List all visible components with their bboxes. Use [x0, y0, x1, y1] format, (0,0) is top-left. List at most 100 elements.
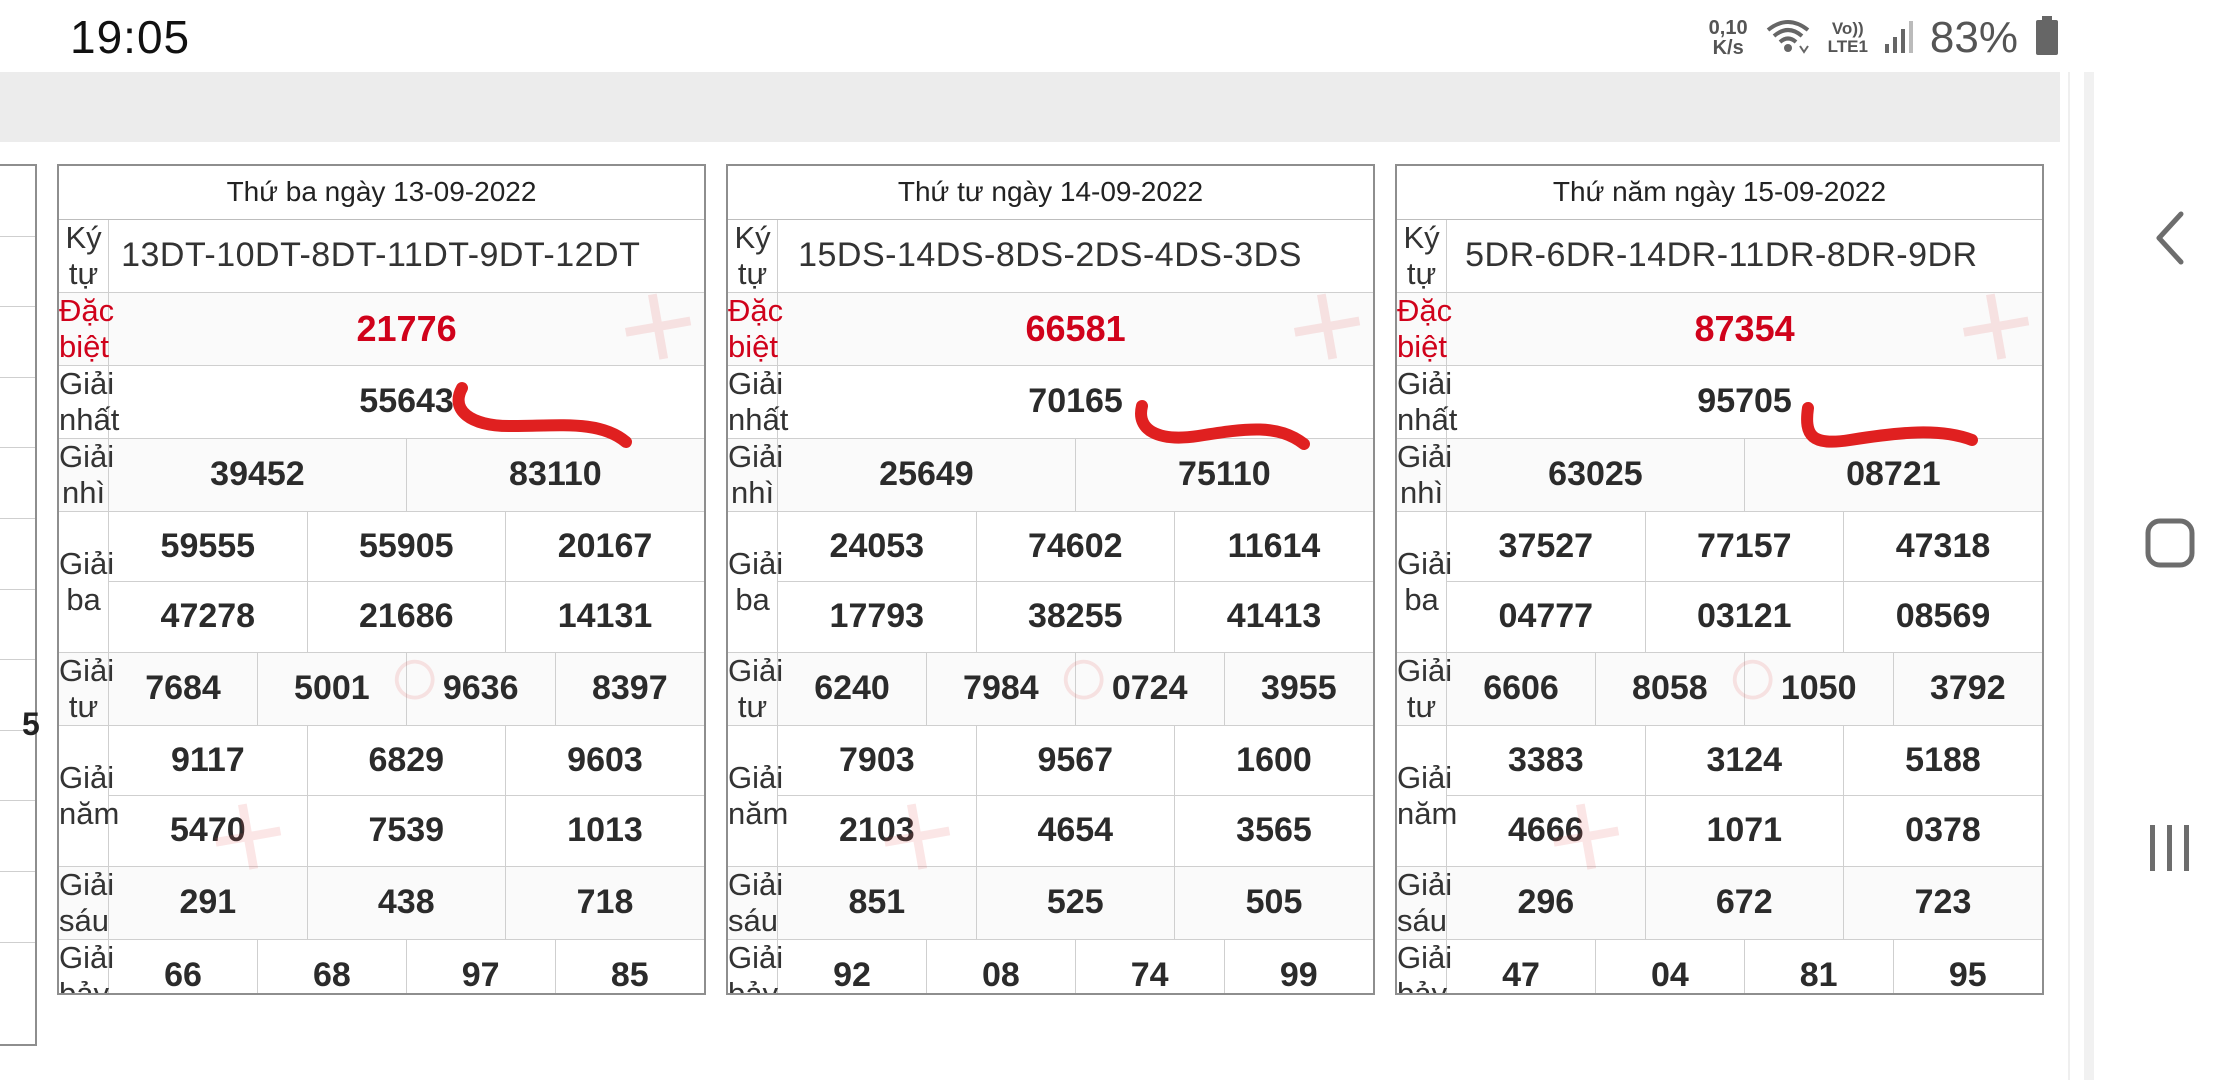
giai-nam-value: 1600	[1173, 724, 1373, 796]
giai-nam-value: 3383	[1446, 724, 1646, 796]
giai-ba-value: 11614	[1173, 510, 1373, 582]
label-dac-biet: Đặc biệt	[1397, 291, 1453, 366]
battery-icon	[2034, 15, 2060, 61]
giai-nam-value: 3565	[1173, 795, 1373, 867]
giai-ba-value: 04777	[1446, 581, 1646, 653]
ky-tu-value: 5DR-6DR-14DR-11DR-8DR-9DR	[1446, 218, 2042, 293]
label-giai-bay: Giải bảy	[1397, 938, 1452, 993]
giai-bay-value: 95	[1892, 938, 2042, 993]
result-table-2: Thứ tư ngày 14-09-2022 Ký tự 15DS-14DS-8D…	[726, 164, 1375, 995]
giai-nhi-value: 63025	[1446, 437, 1745, 512]
recent-apps-icon	[2147, 822, 2193, 879]
giai-nam-value: 9117	[108, 724, 308, 796]
wifi-icon	[1764, 16, 1812, 61]
giai-tu-value: 5001	[256, 651, 407, 726]
giai-ba-value: 03121	[1644, 581, 1844, 653]
giai-nam-value: 1013	[504, 795, 704, 867]
table-title: Thứ ba ngày 13-09-2022	[59, 166, 704, 220]
giai-ba-value: 47278	[108, 581, 308, 653]
giai-tu-value: 0724	[1074, 651, 1225, 726]
back-icon	[2153, 210, 2187, 271]
dac-biet-value: 21776	[108, 291, 704, 366]
scrollbar[interactable]	[2084, 72, 2094, 1080]
volte-top: Vo))	[1831, 19, 1864, 38]
battery-percent: 83%	[1929, 13, 2018, 62]
giai-nhi-value: 08721	[1743, 437, 2042, 512]
label-giai-nhi: Giải nhì	[728, 437, 784, 512]
giai-ba-value: 20167	[504, 510, 704, 582]
giai-nhi-value: 75110	[1074, 437, 1373, 512]
giai-nhi-value: 39452	[108, 437, 407, 512]
partial-table-left	[0, 164, 37, 1046]
giai-nam-value: 5188	[1842, 724, 2042, 796]
label-giai-tu: Giải tư	[728, 651, 784, 726]
giai-nhat-value: 55643	[108, 364, 704, 439]
status-bar: 19:05 0,10 K/s Vo)) LTE1 83%	[0, 0, 2060, 72]
giai-bay-value: 74	[1074, 938, 1225, 993]
giai-tu-value: 3792	[1892, 651, 2042, 726]
giai-ba-value: 41413	[1173, 581, 1373, 653]
label-giai-tu: Giải tư	[59, 651, 115, 726]
giai-ba-value: 55905	[306, 510, 506, 582]
giai-nam-value: 6829	[306, 724, 506, 796]
giai-nam-value: 3124	[1644, 724, 1844, 796]
giai-nam-value: 0378	[1842, 795, 2042, 867]
giai-bay-value: 85	[554, 938, 704, 993]
label-giai-nam: Giải năm	[1397, 724, 1457, 867]
giai-sau-value: 505	[1173, 865, 1373, 940]
home-button[interactable]	[2120, 505, 2220, 585]
signal-icon	[1884, 18, 1914, 59]
scrollbar-track	[2068, 72, 2070, 1080]
label-giai-bay: Giải bảy	[728, 938, 783, 993]
network-speed-unit: K/s	[1712, 37, 1744, 59]
label-giai-nam: Giải năm	[728, 724, 788, 867]
giai-sau-value: 723	[1842, 865, 2042, 940]
giai-tu-value: 3955	[1223, 651, 1373, 726]
giai-bay-value: 97	[405, 938, 556, 993]
label-giai-sau: Giải sáu	[728, 865, 784, 940]
giai-ba-value: 74602	[975, 510, 1175, 582]
giai-ba-value: 77157	[1644, 510, 1844, 582]
label-giai-nhi: Giải nhì	[1397, 437, 1453, 512]
label-ky-tu: Ký tự	[728, 218, 779, 293]
label-ky-tu: Ký tự	[59, 218, 110, 293]
label-dac-biet: Đặc biệt	[728, 291, 784, 366]
label-giai-nhat: Giải nhất	[1397, 364, 1458, 439]
ky-tu-value: 15DS-14DS-8DS-2DS-4DS-3DS	[777, 218, 1373, 293]
giai-ba-value: 17793	[777, 581, 977, 653]
label-giai-ba: Giải ba	[59, 510, 114, 653]
giai-sau-value: 525	[975, 865, 1175, 940]
label-giai-ba: Giải ba	[1397, 510, 1452, 653]
label-giai-bay: Giải bảy	[59, 938, 114, 993]
giai-sau-value: 718	[504, 865, 704, 940]
giai-nhat-value: 70165	[777, 364, 1373, 439]
dac-biet-value: 66581	[777, 291, 1373, 366]
giai-bay-value: 08	[925, 938, 1076, 993]
back-button[interactable]	[2120, 200, 2220, 280]
network-speed: 0,10 K/s	[1709, 18, 1748, 58]
label-giai-ba: Giải ba	[728, 510, 783, 653]
giai-ba-value: 37527	[1446, 510, 1646, 582]
partial-table-digit: 5	[22, 706, 40, 742]
label-giai-tu: Giải tư	[1397, 651, 1453, 726]
label-ky-tu: Ký tự	[1397, 218, 1448, 293]
label-giai-nhi: Giải nhì	[59, 437, 115, 512]
result-table-3: Thứ năm ngày 15-09-2022 Ký tự 5DR-6DR-14D…	[1395, 164, 2044, 995]
giai-sau-value: 672	[1644, 865, 1844, 940]
giai-tu-value: 1050	[1743, 651, 1894, 726]
ky-tu-value: 13DT-10DT-8DT-11DT-9DT-12DT	[108, 218, 704, 293]
giai-tu-value: 8058	[1594, 651, 1745, 726]
label-giai-nhat: Giải nhất	[728, 364, 789, 439]
giai-ba-value: 59555	[108, 510, 308, 582]
giai-ba-value: 24053	[777, 510, 977, 582]
dac-biet-value: 87354	[1446, 291, 2042, 366]
giai-sau-value: 291	[108, 865, 308, 940]
recent-apps-button[interactable]	[2120, 810, 2220, 890]
result-table-1: Thứ ba ngày 13-09-2022 Ký tự 13DT-10DT-8D…	[57, 164, 706, 995]
giai-nam-value: 7903	[777, 724, 977, 796]
giai-tu-value: 8397	[554, 651, 704, 726]
giai-bay-value: 81	[1743, 938, 1894, 993]
label-giai-nhat: Giải nhất	[59, 364, 120, 439]
label-giai-sau: Giải sáu	[1397, 865, 1453, 940]
giai-bay-value: 66	[108, 938, 258, 993]
